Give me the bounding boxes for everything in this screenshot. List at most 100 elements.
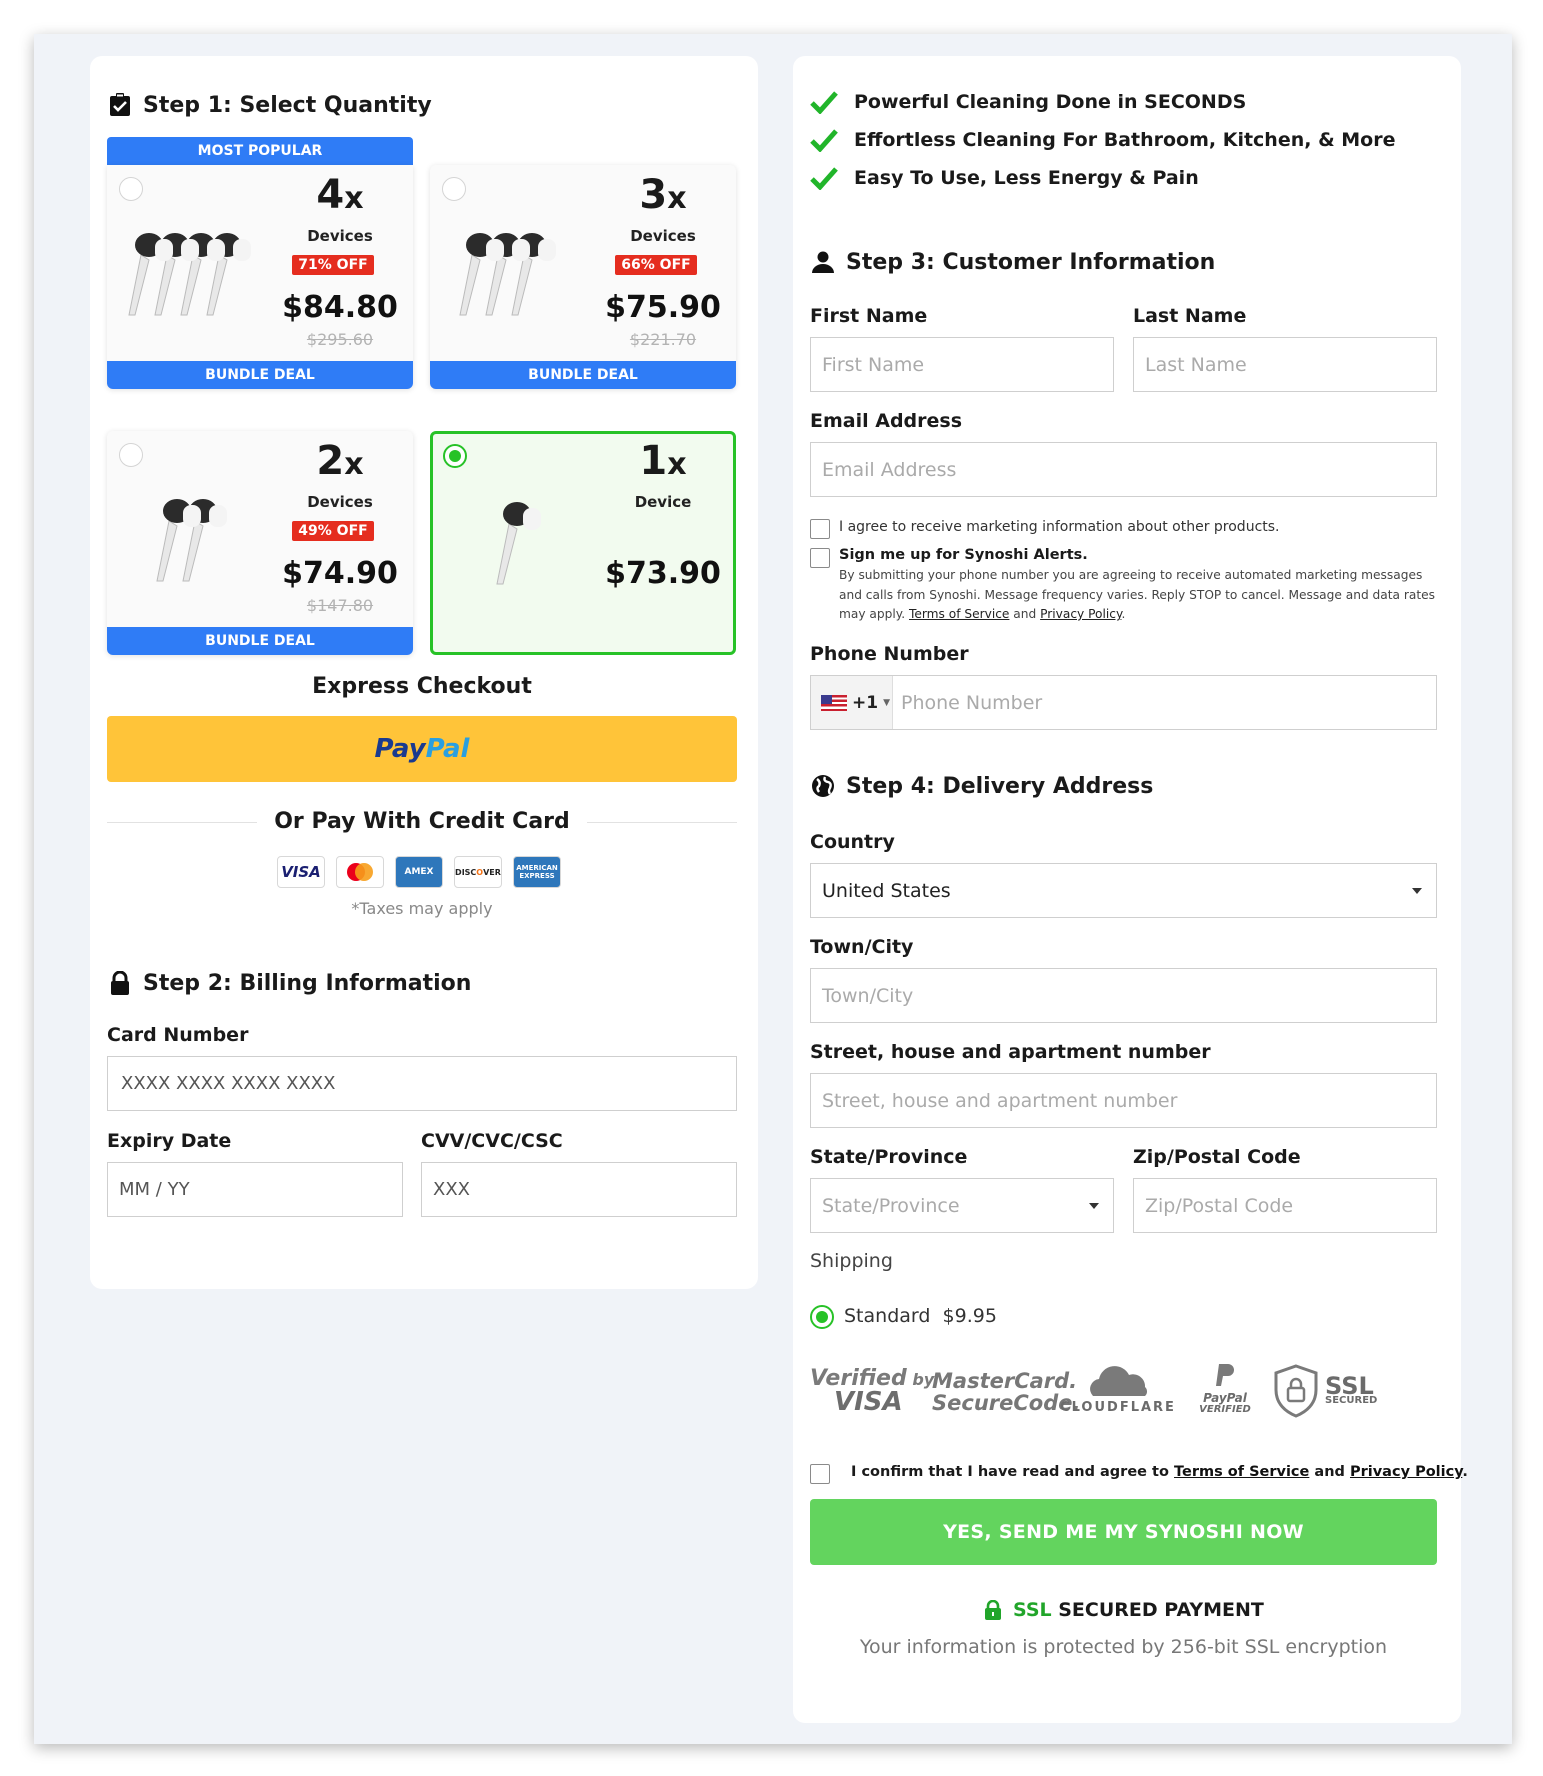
us-flag-icon [821, 694, 847, 711]
amex-icon: AMEX [395, 856, 443, 888]
zip-input[interactable]: Zip/Postal Code [1133, 1178, 1437, 1233]
customer-panel: Powerful Cleaning Done in SECONDS Effort… [793, 56, 1468, 1723]
last-name-input[interactable]: Last Name [1133, 337, 1437, 392]
benefit-text: Easy To Use, Less Energy & Pain [854, 167, 1199, 189]
phone-code: +1 [852, 692, 879, 713]
ssl-secured-badge: SSL SECURED [1273, 1364, 1377, 1418]
device-image [156, 499, 227, 582]
discount-badge: 66% OFF [615, 255, 697, 275]
first-name-label: First Name [810, 305, 928, 327]
product-radio-selected[interactable] [443, 444, 467, 468]
product-radio[interactable] [442, 177, 466, 201]
paypal-logo-pay: Pay [374, 734, 426, 764]
old-price: $147.80 [306, 596, 374, 615]
email-input[interactable]: Email Address [810, 442, 1437, 497]
alerts-disclaimer: By submitting your phone number you are … [839, 566, 1439, 625]
ssl-rest-text: SECURED PAYMENT [1058, 1599, 1264, 1621]
american-express-icon: AMERICAN EXPRESS [513, 856, 561, 888]
cloud-icon [1090, 1366, 1148, 1396]
terms-confirm-text: I confirm that I have read and agree to … [851, 1464, 1468, 1480]
shipping-radio[interactable] [810, 1305, 834, 1329]
card-number-input[interactable]: XXXX XXXX XXXX XXXX [107, 1056, 737, 1111]
paypal-icon [1216, 1364, 1234, 1386]
benefit-item: Easy To Use, Less Energy & Pain [810, 166, 1199, 190]
first-name-input[interactable]: First Name [810, 337, 1114, 392]
paypal-button[interactable]: Pay Pal [107, 716, 737, 782]
phone-label: Phone Number [810, 643, 969, 665]
shipping-option: Standard $9.95 [844, 1305, 997, 1327]
city-input[interactable]: Town/City [810, 968, 1437, 1023]
confirm-prefix: I confirm that I have read and agree to [851, 1464, 1169, 1480]
device-image [496, 502, 541, 585]
card-number-label: Card Number [107, 1024, 249, 1046]
discount-badge: 71% OFF [292, 255, 374, 275]
benefit-item: Powerful Cleaning Done in SECONDS [810, 90, 1246, 114]
quantity-value: 2x [316, 438, 364, 484]
expiry-input[interactable]: MM / YY [107, 1162, 403, 1217]
caret-down-icon [1412, 888, 1422, 894]
product-radio[interactable] [119, 443, 143, 467]
step4-heading: Step 4: Delivery Address [810, 773, 1153, 799]
phone-placeholder: Phone Number [901, 691, 1043, 714]
shipping-label: Shipping [810, 1250, 893, 1272]
period-text: . [1121, 607, 1126, 621]
marketing-consent-text: I agree to receive marketing information… [839, 519, 1280, 535]
ssl-secured-payment: SSL SECURED PAYMENT [985, 1599, 1264, 1621]
alerts-title: Sign me up for Synoshi Alerts. [839, 547, 1088, 563]
and-text: and [1013, 607, 1037, 621]
old-price: $221.70 [629, 330, 697, 349]
privacy-link[interactable]: Privacy Policy [1040, 607, 1121, 621]
confirm-privacy-link[interactable]: Privacy Policy [1350, 1464, 1462, 1480]
step4-title: Step 4: Delivery Address [846, 773, 1154, 799]
check-icon [810, 167, 838, 190]
confirm-and: and [1314, 1464, 1345, 1480]
product-card-3x[interactable]: 3x Devices 66% OFF $75.90 $221.70 BUNDLE… [430, 165, 736, 389]
device-image [459, 233, 556, 316]
product-radio[interactable] [119, 177, 143, 201]
price: $73.90 [605, 556, 721, 591]
paypal-verified-badge: PayPal VERIFIED [1195, 1362, 1255, 1415]
chevron-down-icon: ▼ [883, 697, 890, 708]
visa-icon: VISA [277, 856, 325, 888]
cloudflare-badge: CLOUDFLARE [1055, 1366, 1181, 1415]
lock-icon [107, 970, 133, 996]
product-card-1x[interactable]: 1x Device $73.90 [430, 431, 736, 655]
taxes-note: *Taxes may apply [351, 899, 493, 918]
confirm-suffix: . [1462, 1464, 1468, 1480]
cvv-input[interactable]: XXX [421, 1162, 737, 1217]
country-select[interactable]: United States [810, 863, 1437, 918]
old-price: $295.60 [306, 330, 374, 349]
bundle-deal-banner: BUNDLE DEAL [430, 361, 736, 389]
step1-heading: Step 1: Select Quantity [107, 92, 432, 118]
divider-right [587, 822, 737, 823]
cvv-label: CVV/CVC/CSC [421, 1130, 563, 1152]
divider-left [107, 822, 257, 823]
quantity-unit: Devices [307, 493, 373, 511]
product-card-4x[interactable]: 4x Devices 71% OFF $84.80 $295.60 BUNDLE… [107, 165, 413, 389]
shield-lock-icon [1274, 1364, 1318, 1418]
paypal-logo-pal: Pal [425, 734, 470, 764]
shipping-price: $9.95 [942, 1305, 997, 1327]
product-card-2x[interactable]: 2x Devices 49% OFF $74.90 $147.80 BUNDLE… [107, 431, 413, 655]
quantity-value: 3x [639, 172, 687, 218]
mastercard-icon [336, 856, 384, 888]
state-select[interactable]: State/Province [810, 1178, 1114, 1233]
alerts-checkbox[interactable] [810, 548, 830, 568]
step1-title: Step 1: Select Quantity [143, 92, 432, 118]
street-input[interactable]: Street, house and apartment number [810, 1073, 1437, 1128]
marketing-checkbox[interactable] [810, 519, 830, 539]
confirm-terms-link[interactable]: Terms of Service [1174, 1464, 1309, 1480]
terms-link[interactable]: Terms of Service [909, 607, 1009, 621]
last-name-label: Last Name [1133, 305, 1247, 327]
quantity-unit: Devices [307, 227, 373, 245]
phone-input[interactable]: +1 ▼ Phone Number [810, 675, 1437, 730]
submit-order-button[interactable]: YES, SEND ME MY SYNOSHI NOW [810, 1499, 1437, 1565]
country-code-selector[interactable]: +1 ▼ [811, 676, 893, 729]
quantity-unit: Device [634, 493, 692, 511]
expiry-label: Expiry Date [107, 1130, 232, 1152]
discount-badge: 49% OFF [292, 521, 374, 541]
terms-checkbox[interactable] [810, 1464, 830, 1484]
price: $84.80 [282, 290, 398, 325]
state-placeholder: State/Province [822, 1194, 960, 1217]
user-icon [810, 249, 836, 275]
